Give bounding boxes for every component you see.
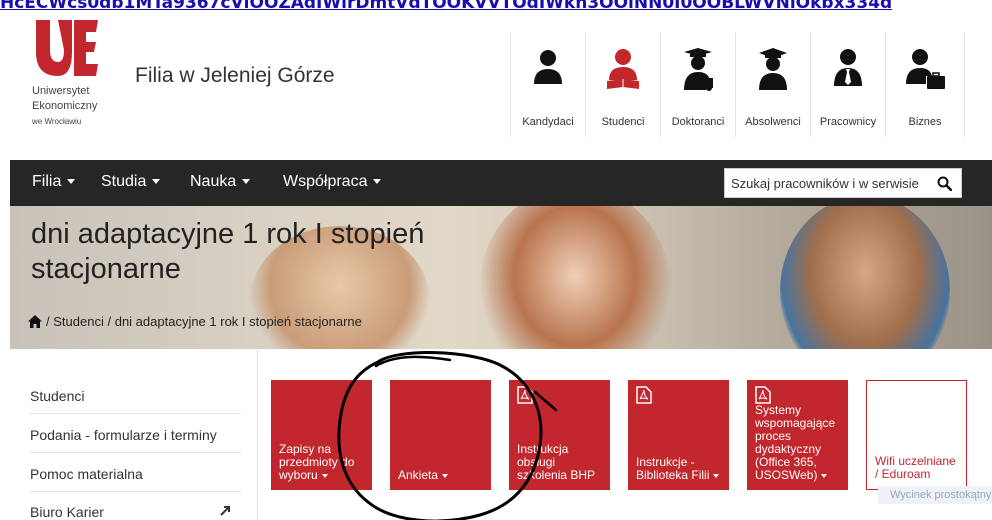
hand-drawn-circle-annotation (337, 351, 558, 520)
